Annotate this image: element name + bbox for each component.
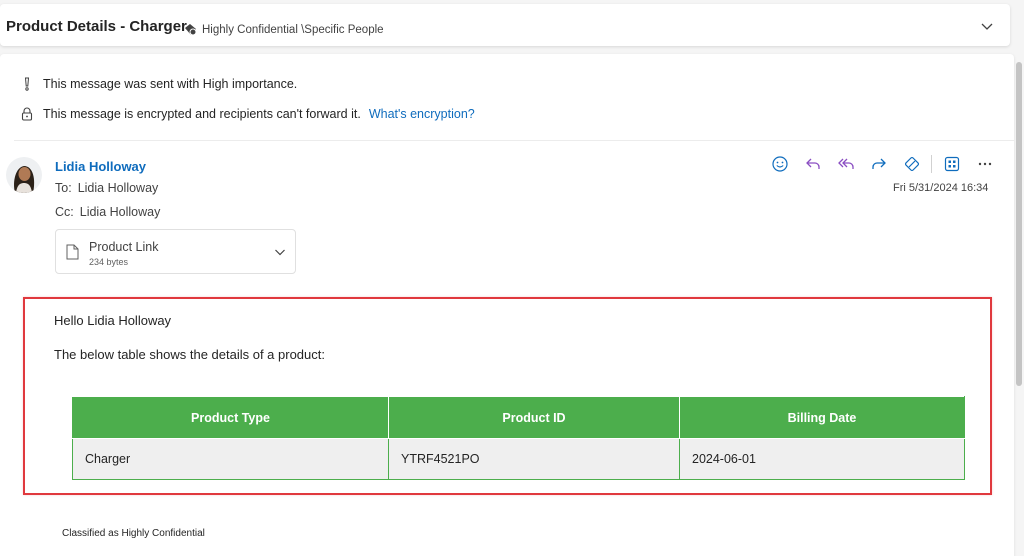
avatar[interactable]: [6, 157, 42, 193]
divider: [14, 140, 1014, 141]
cc-line: Cc: Lidia Holloway: [55, 205, 160, 219]
column-header-product-id: Product ID: [388, 396, 680, 439]
reply-button[interactable]: [803, 154, 823, 174]
sent-date: Fri 5/31/2024 16:34: [893, 182, 989, 194]
whats-encryption-link[interactable]: What's encryption?: [369, 107, 475, 121]
sensitivity-label[interactable]: Highly Confidential \Specific People: [202, 24, 384, 36]
scrollbar[interactable]: [1016, 62, 1022, 386]
encryption-notice: This message is encrypted and recipients…: [20, 106, 475, 122]
body-greeting: Hello Lidia Holloway: [54, 313, 172, 328]
classification-footer: Classified as Highly Confidential: [62, 528, 205, 539]
cc-recipient[interactable]: Lidia Holloway: [80, 205, 161, 219]
chevron-down-icon[interactable]: [980, 19, 994, 33]
reply-all-button[interactable]: [836, 154, 856, 174]
body-intro: The below table shows the details of a p…: [54, 347, 325, 362]
table-row: Charger YTRF4521PO 2024-06-01: [72, 438, 965, 480]
cell-product-type: Charger: [72, 438, 389, 480]
attachment-card[interactable]: Product Link 234 bytes: [55, 229, 296, 274]
emoji-button[interactable]: [770, 154, 790, 174]
chevron-down-icon[interactable]: [274, 246, 286, 258]
message-actions: [770, 154, 1008, 174]
more-actions-button[interactable]: [975, 154, 995, 174]
table-header-row: Product Type Product ID Billing Date: [72, 396, 965, 439]
column-header-billing-date: Billing Date: [679, 396, 965, 439]
avatar-image: [6, 157, 42, 193]
reply-icon: [806, 158, 820, 169]
to-label: To:: [55, 181, 72, 195]
apps-icon: [944, 156, 960, 172]
more-icon: [978, 162, 992, 166]
forward-icon: [872, 158, 886, 169]
cell-product-id: YTRF4521PO: [388, 438, 680, 480]
to-recipient[interactable]: Lidia Holloway: [78, 181, 159, 195]
exclamation-icon: [24, 77, 30, 91]
toolbar-divider: [931, 155, 932, 173]
product-table: Product Type Product ID Billing Date Cha…: [72, 396, 965, 480]
subject-header: Product Details - Charger Highly Confide…: [0, 4, 1010, 46]
sensitivity-button[interactable]: [902, 154, 922, 174]
attachment-size: 234 bytes: [89, 257, 129, 267]
sender-name[interactable]: Lidia Holloway: [55, 159, 146, 174]
apps-button[interactable]: [942, 154, 962, 174]
sensitivity-icon: [904, 156, 920, 172]
cc-label: Cc:: [55, 205, 74, 219]
cell-billing-date: 2024-06-01: [679, 438, 965, 480]
encryption-text: This message is encrypted and recipients…: [43, 107, 361, 121]
importance-notice: This message was sent with High importan…: [20, 76, 297, 92]
column-header-product-type: Product Type: [72, 396, 389, 439]
importance-text: This message was sent with High importan…: [43, 77, 298, 91]
lock-icon: [21, 107, 33, 121]
subject-title: Product Details - Charger: [6, 18, 187, 35]
sensitivity-label-icon: [185, 24, 197, 36]
forward-button[interactable]: [869, 154, 889, 174]
reply-all-icon: [838, 158, 854, 169]
emoji-icon: [772, 156, 788, 172]
file-icon: [66, 244, 79, 260]
to-line: To: Lidia Holloway: [55, 181, 158, 195]
attachment-name: Product Link: [89, 240, 159, 254]
